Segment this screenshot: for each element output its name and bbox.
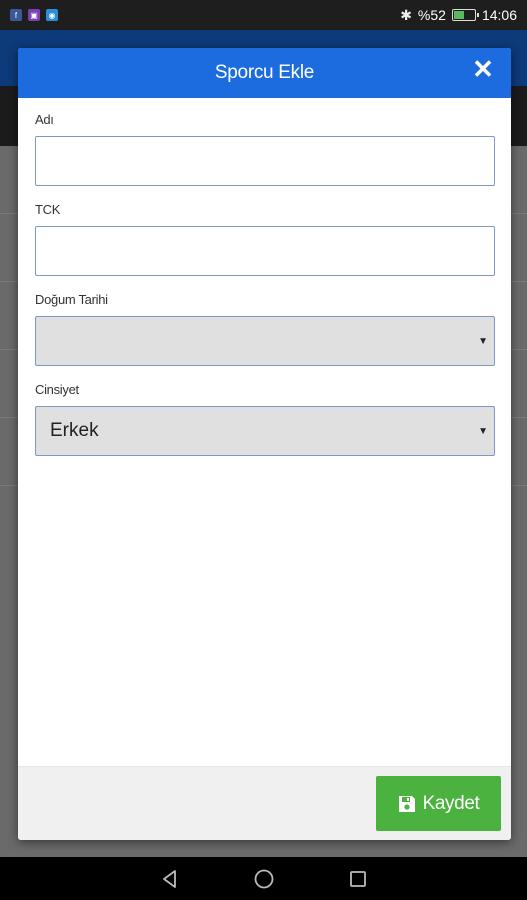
name-label: Adı xyxy=(35,112,54,127)
system-status: ✱ %52 14:06 xyxy=(400,7,517,24)
battery-level xyxy=(453,11,464,19)
floppy-disk-icon xyxy=(398,795,415,812)
recent-apps-icon[interactable] xyxy=(347,868,369,890)
birth-date-select[interactable]: ▼ xyxy=(35,316,495,366)
calendar-app-icon: ▣ xyxy=(28,9,40,21)
tck-label: TCK xyxy=(35,202,61,217)
clock: 14:06 xyxy=(481,7,517,23)
battery-percent: %52 xyxy=(417,7,446,23)
gender-select[interactable]: Erkek ▼ xyxy=(35,406,495,456)
save-button[interactable]: Kaydet xyxy=(376,776,501,831)
notification-icons: f ▣ ◉ xyxy=(10,9,58,21)
gender-label: Cinsiyet xyxy=(35,382,79,397)
dialog-body: Adı TCK Doğum Tarihi ▼ Cinsiyet Erkek ▼ xyxy=(18,98,511,456)
dropdown-arrow-icon: ▼ xyxy=(478,336,488,347)
dialog-header: Sporcu Ekle ✕ xyxy=(18,48,511,98)
birth-date-label: Doğum Tarihi xyxy=(35,292,108,307)
tck-field[interactable] xyxy=(35,226,495,276)
gender-value: Erkek xyxy=(50,420,99,441)
status-bar: f ▣ ◉ ✱ %52 14:06 xyxy=(0,0,527,30)
close-icon[interactable]: ✕ xyxy=(471,56,495,82)
dialog-title: Sporcu Ekle xyxy=(214,62,315,83)
save-button-label: Kaydet xyxy=(422,792,480,814)
facebook-app-icon: f xyxy=(10,9,22,21)
bluetooth-icon: ✱ xyxy=(400,6,412,23)
battery-icon xyxy=(451,9,479,21)
home-icon[interactable] xyxy=(253,868,275,890)
navigation-bar xyxy=(0,857,527,900)
dialog-footer: Kaydet xyxy=(18,766,511,840)
dropdown-arrow-icon: ▼ xyxy=(478,426,488,437)
back-icon[interactable] xyxy=(159,868,181,890)
add-athlete-dialog: Sporcu Ekle ✕ Adı TCK Doğum Tarihi ▼ Cin… xyxy=(18,48,511,840)
name-field[interactable] xyxy=(35,136,495,186)
browser-app-icon: ◉ xyxy=(46,9,58,21)
